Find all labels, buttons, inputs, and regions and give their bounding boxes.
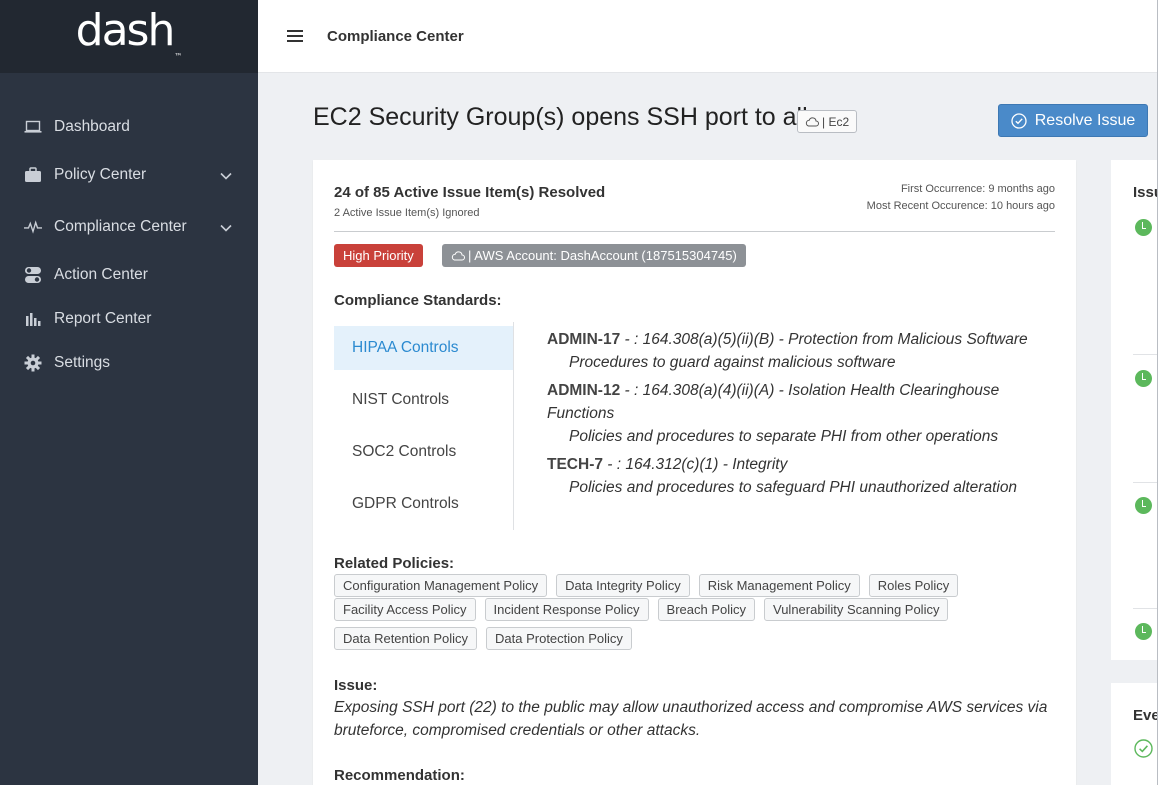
policy-tag[interactable]: Incident Response Policy [484,598,649,621]
toggle-icon [24,266,42,284]
divider [1133,482,1158,483]
recent-occurrence: Most Recent Occurence: 10 hours ago [866,200,1055,212]
recommendation-heading: Recommendation: [334,767,465,784]
status-ok-icon [1135,219,1152,236]
sidebar-item-dashboard[interactable]: Dashboard [0,105,258,149]
control-code: ADMIN-12 [547,382,621,399]
policy-tag[interactable]: Data Retention Policy [334,627,478,650]
issue-items-heading: Issu [1133,184,1158,201]
controls-list: ADMIN-17 - : 164.308(a)(5)(ii)(B) - Prot… [547,328,1052,504]
issue-items-panel: Issu [1111,160,1158,660]
related-policies-heading: Related Policies: [334,555,455,572]
topbar-title: Compliance Center [327,27,464,45]
policy-tag[interactable]: Configuration Management Policy [334,574,548,597]
chevron-down-icon[interactable] [220,167,232,185]
first-occurrence: First Occurrence: 9 months ago [900,183,1055,195]
sidebar-nav: Dashboard Policy Center Compliance Cente… [0,73,258,385]
control-code: TECH-7 [547,456,603,473]
priority-badge: High Priority [334,244,423,267]
ignored-summary: 2 Active Issue Item(s) Ignored [334,207,480,219]
control-title: - : 164.312(c)(1) - Integrity [602,456,788,473]
sidebar-item-label: Policy Center [54,166,147,183]
control-title: - : 164.308(a)(5)(ii)(B) - Protection fr… [620,331,1028,348]
status-ok-icon [1135,623,1152,640]
sidebar-item-report-center[interactable]: Report Center [0,297,258,341]
events-panel: Eve [1111,683,1158,785]
sidebar-item-compliance-center[interactable]: Compliance Center [0,205,258,249]
status-ok-icon [1135,497,1152,514]
resolve-issue-label: Resolve Issue [1034,111,1136,129]
policy-tag[interactable]: Breach Policy [657,598,756,621]
control-description: Procedures to guard against malicious so… [569,354,896,371]
policy-tag[interactable]: Data Integrity Policy [556,574,690,597]
events-heading: Eve [1133,707,1158,724]
sidebar-item-label: Dashboard [54,118,130,135]
tab-gdpr-controls[interactable]: GDPR Controls [334,478,513,530]
issue-detail-card: 24 of 85 Active Issue Item(s) Resolved 2… [313,160,1076,785]
control-code: ADMIN-17 [547,331,621,348]
compliance-standards-heading: Compliance Standards: [334,292,502,309]
service-chip-label: | Ec2 [822,114,850,129]
brand-logo[interactable]: dash™ [0,0,258,73]
service-chip: | Ec2 [797,110,858,133]
issue-heading: Issue: [334,677,378,694]
check-circle-icon [1011,112,1027,129]
control-description: Policies and procedures to safeguard PHI… [569,479,1018,496]
tab-nist-controls[interactable]: NIST Controls [334,374,513,426]
sidebar-item-policy-center[interactable]: Policy Center [0,153,258,197]
check-circle-icon [1134,739,1153,758]
related-policies: Configuration Management Policy Data Int… [334,574,1055,651]
laptop-icon [24,118,42,136]
aws-account-label: | AWS Account: DashAccount (187515304745… [468,248,737,263]
briefcase-icon [24,166,42,184]
divider [334,231,1055,232]
gear-icon [24,354,42,372]
issue-description: Exposing SSH port (22) to the public may… [334,699,1048,739]
page-title: EC2 Security Group(s) opens SSH port to … [313,103,808,131]
sidebar-item-label: Compliance Center [54,218,187,235]
control-description: Policies and procedures to separate PHI … [569,428,999,445]
tab-hipaa-controls[interactable]: HIPAA Controls [334,326,513,370]
brand-name: dash [75,4,176,56]
chevron-down-icon[interactable] [220,219,232,237]
divider [1133,354,1158,355]
sidebar-item-action-center[interactable]: Action Center [0,253,258,297]
brand-tm: ™ [174,51,183,61]
divider [1133,608,1158,609]
status-ok-icon [1135,370,1152,387]
sidebar-item-label: Report Center [54,310,152,327]
tab-soc2-controls[interactable]: SOC2 Controls [334,426,513,478]
pulse-icon [24,218,42,236]
sidebar: dash™ Dashboard Policy Center Compliance… [0,0,258,785]
resolve-issue-button[interactable]: Resolve Issue [998,104,1148,137]
policy-tag[interactable]: Facility Access Policy [334,598,476,621]
control-item: TECH-7 - : 164.312(c)(1) - Integrity Pol… [547,453,1052,499]
sidebar-item-settings[interactable]: Settings [0,341,258,385]
policy-tag[interactable]: Roles Policy [868,574,959,597]
topbar: Compliance Center [258,0,1158,73]
cloud-icon [805,116,819,126]
sidebar-item-label: Action Center [54,266,148,283]
standards-tabs: HIPAA Controls NIST Controls SOC2 Contro… [334,322,514,530]
cloud-icon [451,250,465,260]
policy-tag[interactable]: Data Protection Policy [486,627,632,650]
aws-account-badge: | AWS Account: DashAccount (187515304745… [442,244,746,267]
bar-chart-icon [24,310,42,328]
control-item: ADMIN-12 - : 164.308(a)(4)(ii)(A) - Isol… [547,379,1052,448]
policy-tag[interactable]: Vulnerability Scanning Policy [764,598,949,621]
policy-tag[interactable]: Risk Management Policy [698,574,860,597]
sidebar-item-label: Settings [54,354,111,371]
resolved-summary: 24 of 85 Active Issue Item(s) Resolved [334,184,606,201]
control-item: ADMIN-17 - : 164.308(a)(5)(ii)(B) - Prot… [547,328,1052,374]
menu-icon[interactable] [287,30,303,42]
